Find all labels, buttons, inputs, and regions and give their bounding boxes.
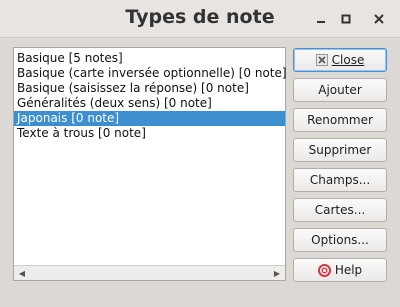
scroll-right-icon[interactable]: ▶ (272, 268, 282, 278)
close-button[interactable]: Close (293, 48, 387, 72)
list-item[interactable]: Basique [5 notes] (14, 51, 285, 66)
list-item[interactable]: Basique (carte inversée optionnelle) [0 … (14, 66, 287, 81)
list-item[interactable]: Basique (saisissez la réponse) [0 note] (14, 81, 285, 96)
close-icon[interactable] (369, 9, 389, 29)
help-button[interactable]: Help (293, 258, 387, 282)
help-button-label: Help (334, 263, 363, 277)
horizontal-scrollbar[interactable]: ◀ ▶ (14, 265, 285, 280)
scroll-left-icon[interactable]: ◀ (17, 268, 27, 278)
list-item[interactable]: Texte à trous [0 note] (14, 126, 285, 141)
note-types-list[interactable]: Basique [5 notes] Basique (carte inversée… (13, 47, 287, 281)
rename-button[interactable]: Renommer (293, 108, 387, 132)
delete-button[interactable]: Supprimer (293, 138, 387, 162)
minimize-icon[interactable] (311, 9, 331, 29)
note-types-items: Basique [5 notes] Basique (carte inversée… (14, 51, 287, 141)
list-item[interactable]: Japonais [0 note] (14, 111, 285, 126)
close-button-label: Close (331, 53, 365, 67)
list-item[interactable]: Généralités (deux sens) [0 note] (14, 96, 285, 111)
title-bar: Types de note (0, 0, 400, 38)
fields-button[interactable]: Champs... (293, 168, 387, 192)
cards-button[interactable]: Cartes... (293, 198, 387, 222)
help-lifebuoy-icon (317, 263, 331, 277)
options-button[interactable]: Options... (293, 228, 387, 252)
maximize-icon[interactable] (336, 9, 356, 29)
close-x-icon (315, 54, 328, 66)
add-button[interactable]: Ajouter (293, 78, 387, 102)
